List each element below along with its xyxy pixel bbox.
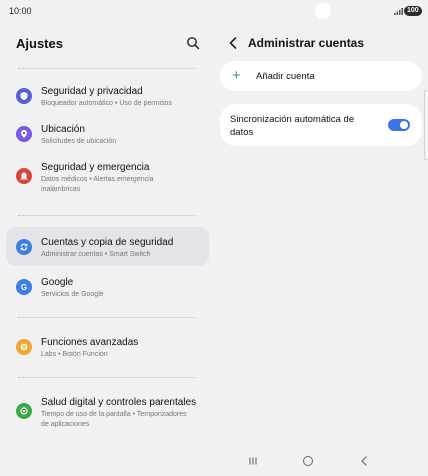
item-subtitle: Datos médicos • Alertas emergencia inalá…	[41, 176, 154, 193]
status-time: 10:00	[9, 6, 32, 16]
settings-item-digital-wellbeing[interactable]: Salud digital y controles parentales Tie…	[6, 389, 209, 433]
settings-item-location[interactable]: Ubicación Solicitudes de ubicación	[6, 116, 209, 152]
svg-text:G: G	[21, 283, 27, 292]
item-title: Funciones avanzadas	[41, 337, 139, 348]
item-subtitle: Bloqueador automático • Uso de permisos	[41, 100, 172, 107]
edge-panel-handle[interactable]	[424, 90, 428, 160]
location-pin-icon	[16, 126, 32, 142]
settings-item-safety-emergency[interactable]: Seguridad y emergencia Datos médicos • A…	[6, 154, 209, 200]
divider	[18, 215, 196, 216]
item-title: Ubicación	[41, 124, 85, 135]
camera-cutout	[315, 3, 331, 19]
item-subtitle: Solicitudes de ubicación	[41, 138, 117, 145]
divider	[18, 317, 196, 318]
nav-back-icon[interactable]	[360, 456, 368, 466]
recent-apps-icon[interactable]	[248, 456, 258, 466]
item-subtitle: Administrar cuentas • Smart Switch	[41, 251, 151, 258]
status-bar: 10:00 100	[0, 0, 428, 22]
auto-sync-label: Sincronización automática de datos	[230, 114, 355, 138]
settings-item-accounts-backup[interactable]: Cuentas y copia de seguridad Administrar…	[6, 227, 209, 266]
divider	[18, 68, 196, 69]
auto-sync-row[interactable]: Sincronización automática de datos	[220, 104, 422, 146]
back-arrow-icon[interactable]	[228, 36, 238, 50]
signal-icon	[394, 8, 403, 15]
toggle-knob	[400, 121, 408, 129]
add-account-label: Añadir cuenta	[256, 71, 315, 82]
star-gear-icon	[16, 339, 32, 355]
home-icon[interactable]	[303, 456, 313, 466]
settings-item-advanced-features[interactable]: Funciones avanzadas Labs • Botón Función	[6, 328, 209, 364]
plus-icon: +	[232, 67, 241, 84]
item-title: Cuentas y copia de seguridad	[41, 237, 174, 248]
divider	[18, 377, 196, 378]
google-g-icon: G	[16, 279, 32, 295]
digital-wellbeing-icon	[16, 403, 32, 419]
emergency-bell-icon	[16, 168, 32, 184]
settings-item-security-privacy[interactable]: Seguridad y privacidad Bloqueador automá…	[6, 78, 209, 114]
add-account-button[interactable]: + Añadir cuenta	[220, 61, 422, 91]
item-title: Seguridad y emergencia	[41, 162, 150, 173]
battery-icon: 100	[404, 6, 422, 16]
item-subtitle: Tiempo de uso de la pantalla • Temporiza…	[41, 411, 187, 428]
search-icon[interactable]	[186, 36, 200, 50]
item-subtitle: Labs • Botón Función	[41, 351, 108, 358]
settings-item-google[interactable]: G Google Servicios de Google	[6, 269, 209, 305]
item-subtitle: Servicios de Google	[41, 291, 104, 298]
page-title: Ajustes	[16, 36, 63, 51]
item-title: Seguridad y privacidad	[41, 86, 143, 97]
navigation-bar	[215, 452, 428, 476]
sync-icon	[16, 239, 32, 255]
auto-sync-toggle[interactable]	[388, 119, 410, 131]
item-title: Salud digital y controles parentales	[41, 397, 197, 408]
settings-list-panel: Ajustes Seguridad y privacidad Bloqueado…	[0, 22, 215, 452]
item-title: Google	[41, 277, 74, 288]
detail-page-title: Administrar cuentas	[248, 36, 365, 50]
shield-icon	[16, 88, 32, 104]
